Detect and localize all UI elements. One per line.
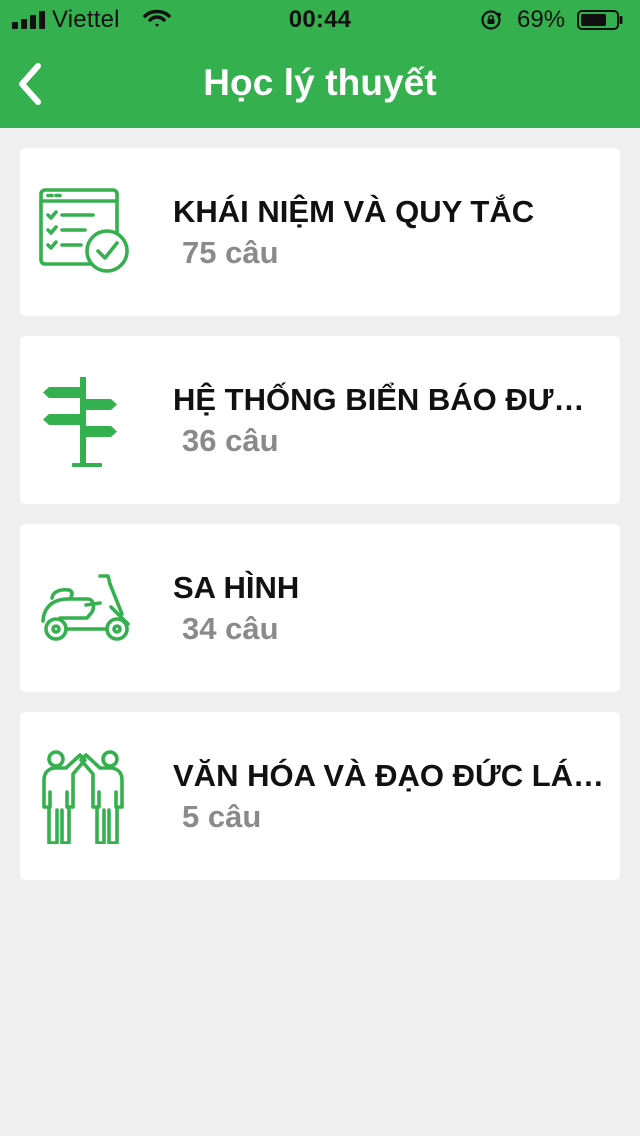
checklist-icon bbox=[39, 188, 129, 273]
signpost-icon bbox=[43, 377, 117, 467]
people-icon bbox=[42, 750, 124, 844]
topic-title: HỆ THỐNG BIỂN BÁO ĐƯỜ... bbox=[173, 382, 605, 417]
battery-icon bbox=[577, 10, 623, 30]
topic-card-rules[interactable]: KHÁI NIỆM VÀ QUY TẮC 75 câu bbox=[20, 148, 620, 316]
motorbike-icon bbox=[41, 574, 130, 641]
topic-card-diagrams[interactable]: SA HÌNH 34 câu bbox=[20, 524, 620, 692]
topic-title: VĂN HÓA VÀ ĐẠO ĐỨC LÁI... bbox=[173, 758, 605, 793]
topic-title: SA HÌNH bbox=[173, 570, 300, 605]
topic-question-count: 34 câu bbox=[182, 611, 279, 646]
orientation-lock-icon bbox=[481, 10, 502, 30]
page-title: Học lý thuyết bbox=[203, 62, 437, 103]
topic-card-signs[interactable]: HỆ THỐNG BIỂN BÁO ĐƯỜ... 36 câu bbox=[20, 336, 620, 504]
status-bar: Viettel 00:44 69% bbox=[0, 0, 640, 40]
topic-title: KHÁI NIỆM VÀ QUY TẮC bbox=[173, 194, 535, 229]
topic-question-count: 36 câu bbox=[182, 423, 279, 458]
topic-question-count: 75 câu bbox=[182, 235, 279, 270]
topic-card-culture[interactable]: VĂN HÓA VÀ ĐẠO ĐỨC LÁI... 5 câu bbox=[20, 712, 620, 880]
app-header: Viettel 00:44 69% Học lý thuyết bbox=[0, 0, 640, 128]
topic-question-count: 5 câu bbox=[182, 799, 262, 834]
battery-percentage: 69% bbox=[517, 6, 566, 33]
